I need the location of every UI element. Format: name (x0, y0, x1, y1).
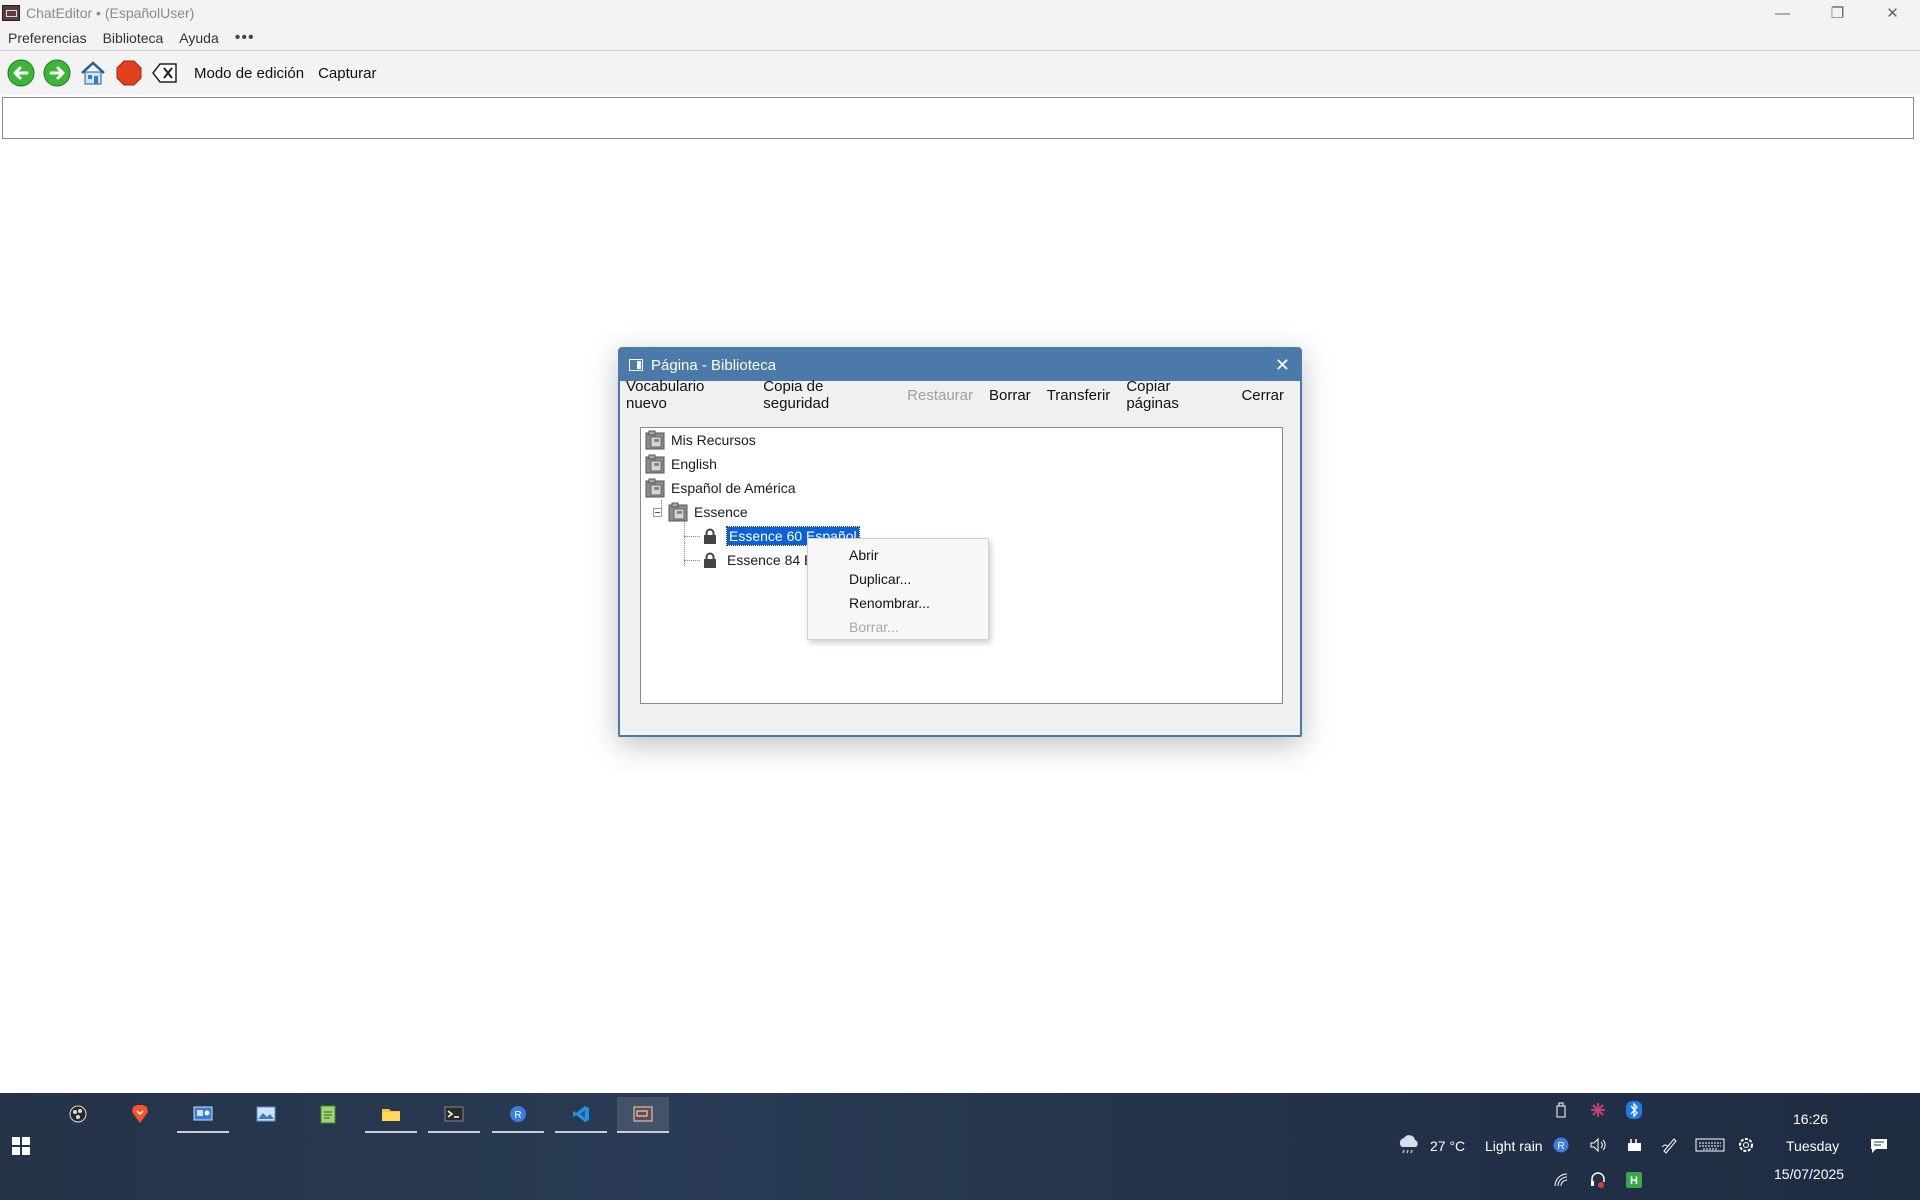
minimize-button[interactable]: — (1755, 0, 1810, 26)
tree-label: Español de América (671, 480, 796, 496)
windows-start-icon[interactable] (12, 1137, 30, 1155)
dialog-menu: Vocabulario nuevo Copia de seguridad Res… (620, 378, 1300, 412)
brave-icon[interactable] (114, 1097, 166, 1131)
obs-icon[interactable] (52, 1097, 104, 1131)
back-arrow-icon[interactable] (6, 58, 36, 88)
svg-text:R: R (514, 1110, 521, 1121)
pen-icon[interactable] (1661, 1136, 1679, 1154)
r-tray-icon[interactable]: R (1552, 1136, 1570, 1154)
menu-bar: Preferencias Biblioteca Ayuda ••• (0, 26, 1920, 51)
tree-label: Essence (694, 504, 748, 520)
menu-more-button[interactable]: ••• (227, 29, 263, 47)
restore-button-disabled: Restaurar (907, 386, 973, 404)
weather-temperature[interactable]: 27 °C (1430, 1138, 1465, 1154)
tree-item-essence[interactable]: Essence (653, 501, 748, 523)
tree-connector (684, 560, 700, 561)
volume-icon[interactable] (1589, 1136, 1607, 1154)
transfer-button[interactable]: Transferir (1047, 387, 1111, 404)
close-window-button[interactable]: ✕ (1865, 0, 1920, 26)
notepad-icon[interactable] (302, 1097, 354, 1131)
chateditor-app-icon (2, 5, 20, 21)
context-rename[interactable]: Renombrar... (808, 591, 988, 615)
chateditor-icon[interactable] (617, 1097, 669, 1133)
file-explorer-icon[interactable] (365, 1097, 417, 1133)
library-folder-icon (645, 454, 665, 474)
r-app-icon[interactable]: R (492, 1097, 544, 1133)
new-vocabulary-button[interactable]: Vocabulario nuevo (626, 378, 747, 412)
copy-pages-button[interactable]: Copiar páginas (1126, 378, 1225, 412)
headset-icon[interactable] (1589, 1171, 1607, 1189)
context-menu: Abrir Duplicar... Renombrar... Borrar... (807, 538, 989, 640)
settings-gear-icon[interactable] (1737, 1136, 1755, 1154)
svg-text:R: R (1557, 1141, 1564, 1152)
dialog-close-button[interactable]: ✕ (1275, 355, 1290, 376)
context-delete-disabled: Borrar... (849, 619, 899, 635)
lock-icon (703, 552, 717, 568)
home-icon[interactable] (78, 58, 108, 88)
clock-date[interactable]: 15/07/2025 (1774, 1166, 1844, 1182)
context-duplicate[interactable]: Duplicar... (808, 567, 988, 591)
h-app-icon[interactable]: H (1625, 1171, 1643, 1189)
tree-item-espanol-de-america[interactable]: Español de América (645, 477, 796, 499)
dialog-title: Página - Biblioteca (651, 356, 777, 374)
context-open[interactable]: Abrir (808, 543, 988, 567)
delete-button[interactable]: Borrar (989, 387, 1031, 404)
wifi-icon[interactable] (1552, 1171, 1570, 1189)
photos-icon[interactable] (240, 1097, 292, 1131)
stop-icon[interactable] (114, 58, 144, 88)
library-folder-icon (668, 502, 688, 522)
forward-arrow-icon[interactable] (42, 58, 72, 88)
menu-ayuda[interactable]: Ayuda (171, 30, 226, 46)
toolbar: Modo de edición Capturar (0, 51, 1920, 95)
dialog-titlebar: Página - Biblioteca ✕ (620, 349, 1300, 381)
lock-icon (703, 528, 717, 544)
clear-icon[interactable] (150, 58, 180, 88)
window-title: ChatEditor • (EspañolUser) (26, 5, 195, 21)
network-app-icon[interactable] (1589, 1101, 1607, 1119)
clock-day[interactable]: Tuesday (1786, 1138, 1839, 1154)
close-dialog-button[interactable]: Cerrar (1241, 387, 1284, 404)
page-icon (629, 359, 643, 371)
clock-time[interactable]: 16:26 (1793, 1111, 1828, 1127)
collapse-toggle-icon[interactable] (653, 507, 662, 517)
tree-item-mis-recursos[interactable]: Mis Recursos (645, 429, 756, 451)
vscode-icon[interactable] (555, 1097, 607, 1133)
usb-drive-icon[interactable] (1552, 1101, 1570, 1119)
svg-text:H: H (1630, 1175, 1638, 1187)
terminal-icon[interactable] (428, 1097, 480, 1133)
weather-condition[interactable]: Light rain (1485, 1138, 1543, 1154)
keyboard-icon[interactable] (1695, 1136, 1725, 1154)
tree-connector (684, 536, 700, 537)
control-panel-icon[interactable] (177, 1097, 229, 1133)
tree-item-essence-84[interactable]: Essence 84 Es (703, 549, 820, 571)
backup-button[interactable]: Copia de seguridad (763, 378, 891, 412)
tree-label: Mis Recursos (671, 432, 756, 448)
capture-button[interactable]: Capturar (318, 65, 376, 82)
battery-plug-icon[interactable] (1625, 1136, 1643, 1154)
app-titlebar: ChatEditor • (EspañolUser) — ❐ ✕ (0, 0, 1920, 26)
tree-label: English (671, 456, 717, 472)
tree-item-english[interactable]: English (645, 453, 717, 475)
menu-preferencias[interactable]: Preferencias (0, 30, 95, 46)
bluetooth-icon[interactable] (1625, 1101, 1643, 1119)
edit-mode-button[interactable]: Modo de edición (194, 65, 304, 82)
notification-icon[interactable] (1870, 1137, 1888, 1155)
library-folder-icon (645, 478, 665, 498)
message-bar[interactable] (2, 97, 1914, 139)
weather-rain-icon[interactable] (1396, 1135, 1422, 1154)
library-folder-icon (645, 430, 665, 450)
restore-button[interactable]: ❐ (1810, 0, 1865, 26)
menu-biblioteca[interactable]: Biblioteca (95, 30, 172, 46)
